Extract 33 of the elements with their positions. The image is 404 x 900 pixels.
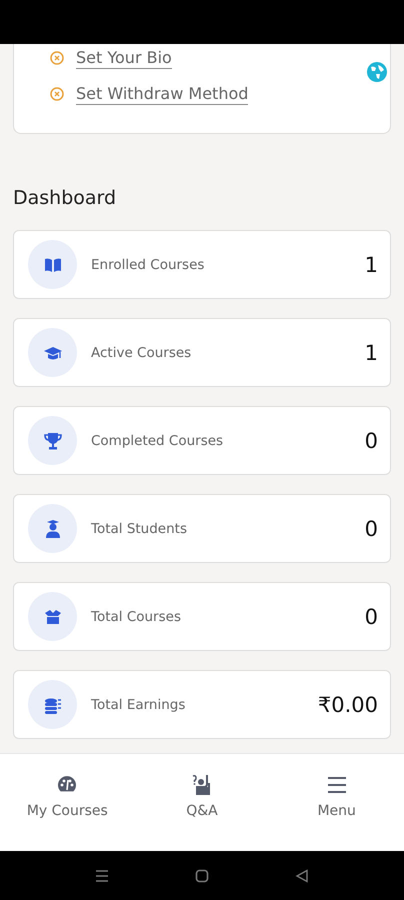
- nav-tab[interactable]: My Courses: [26, 803, 108, 819]
- nav-tab[interactable]: Q&A: [186, 803, 218, 819]
- trophy-icon: [42, 430, 62, 450]
- setup-link[interactable]: Set Your Bio: [76, 47, 172, 69]
- stat-value: ₹0.00: [318, 692, 378, 716]
- stat-card[interactable]: Total Students 0: [13, 494, 391, 563]
- raised-hand-icon: [191, 774, 213, 795]
- stat-card[interactable]: Enrolled Courses 1: [13, 230, 391, 299]
- stat-value: 0: [364, 604, 378, 628]
- stat-label: Active Courses: [91, 344, 192, 360]
- section-title: Dashboard: [13, 186, 118, 210]
- circle-x-icon: [50, 87, 64, 101]
- stat-card[interactable]: Total Courses 0: [13, 582, 391, 651]
- stat-label: Completed Courses: [91, 432, 224, 448]
- globe-icon[interactable]: [367, 62, 387, 82]
- stat-value: 1: [364, 340, 378, 364]
- nav-tab[interactable]: Menu: [317, 803, 356, 819]
- home-icon[interactable]: [195, 868, 209, 882]
- stat-value: 0: [364, 428, 378, 452]
- stat-card[interactable]: Active Courses 1: [13, 318, 391, 387]
- setup-link[interactable]: Set Withdraw Method: [76, 83, 248, 105]
- stat-value: 0: [364, 516, 378, 540]
- stat-label: Total Earnings: [91, 696, 186, 712]
- back-icon[interactable]: [295, 868, 309, 882]
- stat-label: Enrolled Courses: [91, 256, 206, 272]
- stat-label: Total Students: [91, 520, 188, 536]
- stat-value: 1: [364, 252, 378, 276]
- stat-label: Total Courses: [91, 608, 182, 624]
- stat-card[interactable]: Completed Courses 0: [13, 406, 391, 475]
- circle-x-icon: [50, 51, 64, 65]
- menu-icon[interactable]: [95, 868, 109, 882]
- stat-card[interactable]: Total Earnings ₹0.00: [13, 670, 391, 739]
- menu-icon: [326, 774, 348, 795]
